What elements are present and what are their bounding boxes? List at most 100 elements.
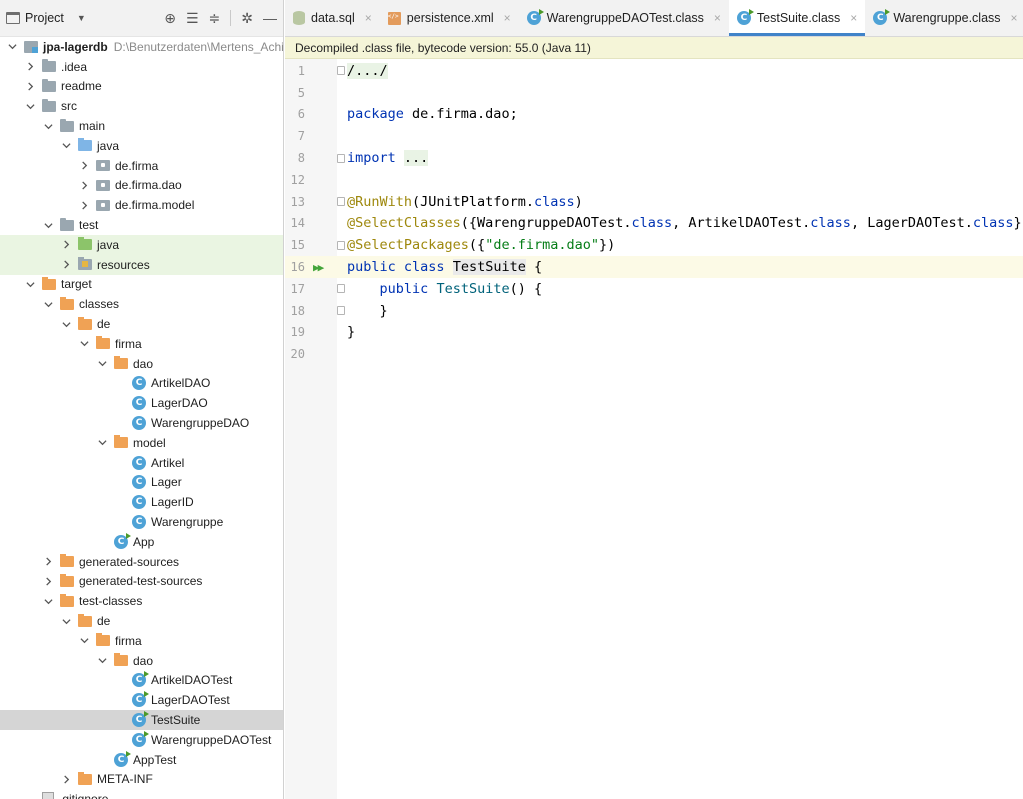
line-number: 17: [290, 281, 305, 296]
collapse-all-icon[interactable]: ≑: [209, 10, 221, 27]
tree-item[interactable]: test: [0, 215, 283, 235]
tree-item[interactable]: model: [0, 433, 283, 453]
tree-item[interactable]: jpa-lagerdb D:\Benutzerdaten\Mertens_Achi…: [0, 37, 283, 57]
tree-item[interactable]: generated-test-sources: [0, 572, 283, 592]
chevron-down-icon[interactable]: [6, 41, 18, 53]
editor-tab-label: persistence.xml: [406, 11, 494, 25]
fold-marker-icon[interactable]: [337, 306, 345, 316]
tree-item[interactable]: C Artikel: [0, 453, 283, 473]
chevron-right-icon[interactable]: [60, 773, 72, 785]
tree-item[interactable]: C ArtikelDAOTest: [0, 671, 283, 691]
chevron-down-icon[interactable]: [96, 655, 108, 667]
chevron-right-icon[interactable]: [60, 239, 72, 251]
chevron-right-icon[interactable]: [24, 61, 36, 73]
chevron-down-icon[interactable]: [60, 318, 72, 330]
editor-tab[interactable]: data.sql ×: [285, 0, 380, 36]
chevron-down-icon[interactable]: [60, 140, 72, 152]
hide-icon[interactable]: —: [263, 10, 277, 26]
line-number: 12: [290, 172, 305, 187]
chevron-down-icon[interactable]: [78, 338, 90, 350]
chevron-right-icon[interactable]: [42, 556, 54, 568]
folder-icon: [42, 59, 56, 73]
tree-item[interactable]: target: [0, 275, 283, 295]
tree-item[interactable]: main: [0, 116, 283, 136]
chevron-down-icon[interactable]: [42, 298, 54, 310]
editor-tab[interactable]: C Warengruppe.class ×: [865, 0, 1023, 36]
tree-item[interactable]: META-INF: [0, 769, 283, 789]
tree-item[interactable]: C App: [0, 532, 283, 552]
tree-item[interactable]: dao: [0, 354, 283, 374]
tree-item-label: dao: [133, 356, 154, 371]
chevron-down-icon[interactable]: [42, 595, 54, 607]
tree-item[interactable]: firma: [0, 334, 283, 354]
chevron-down-icon[interactable]: [96, 358, 108, 370]
tree-item[interactable]: resources: [0, 254, 283, 275]
tree-item[interactable]: .idea: [0, 57, 283, 77]
close-icon[interactable]: ×: [504, 11, 511, 25]
tree-item[interactable]: .gitignore: [0, 789, 283, 799]
chevron-right-icon[interactable]: [78, 199, 90, 211]
chevron-down-icon[interactable]: [24, 100, 36, 112]
tree-item[interactable]: firma: [0, 631, 283, 651]
close-icon[interactable]: ×: [850, 11, 857, 25]
chevron-right-icon[interactable]: [42, 575, 54, 587]
expand-all-icon[interactable]: ☰: [186, 10, 199, 27]
tree-item[interactable]: java: [0, 136, 283, 156]
tree-item[interactable]: C LagerDAOTest: [0, 690, 283, 710]
tree-item[interactable]: dao: [0, 651, 283, 671]
tree-item[interactable]: de: [0, 611, 283, 631]
chevron-down-icon[interactable]: [60, 615, 72, 627]
chevron-down-icon[interactable]: [78, 635, 90, 647]
close-icon[interactable]: ×: [1011, 11, 1018, 25]
tree-item[interactable]: src: [0, 96, 283, 116]
tree-item[interactable]: de.firma.model: [0, 195, 283, 215]
chevron-right-icon[interactable]: [24, 80, 36, 92]
close-icon[interactable]: ×: [365, 11, 372, 25]
editor-tab[interactable]: persistence.xml ×: [380, 0, 519, 36]
fold-marker-icon[interactable]: [337, 66, 345, 76]
tree-item-label: firma: [115, 633, 142, 648]
line-number: 18: [290, 303, 305, 318]
chevron-right-icon[interactable]: [60, 259, 72, 271]
close-icon[interactable]: ×: [714, 11, 721, 25]
tree-item[interactable]: C WarengruppeDAOTest: [0, 730, 283, 750]
run-gutter-icon[interactable]: ▶▶: [313, 261, 324, 274]
tree-item[interactable]: C AppTest: [0, 750, 283, 770]
tree-item[interactable]: java: [0, 234, 283, 255]
tree-item[interactable]: C TestSuite: [0, 710, 283, 730]
code-editor[interactable]: 1 /.../ 5 6 package de.firma.dao; 7 8 import ..…: [285, 59, 1023, 799]
editor-tab[interactable]: C WarengruppeDAOTest.class ×: [519, 0, 729, 36]
chevron-right-icon[interactable]: [78, 160, 90, 172]
fold-marker-icon[interactable]: [337, 153, 345, 163]
tree-item[interactable]: de.firma: [0, 156, 283, 176]
tree-item[interactable]: readme: [0, 77, 283, 97]
tree-item[interactable]: C WarengruppeDAO: [0, 413, 283, 433]
code-text: }: [347, 324, 356, 341]
editor-tab[interactable]: C TestSuite.class ×: [728, 0, 866, 36]
chevron-down-icon[interactable]: [42, 120, 54, 132]
tree-item[interactable]: C ArtikelDAO: [0, 374, 283, 394]
tree-item[interactable]: C LagerDAO: [0, 393, 283, 413]
tree-item-label: AppTest: [133, 752, 177, 767]
locate-icon[interactable]: ⊕: [164, 10, 176, 27]
code-line: 1 /.../: [285, 60, 1023, 82]
tree-item[interactable]: C LagerID: [0, 492, 283, 512]
chevron-down-icon[interactable]: [96, 437, 108, 449]
chevron-down-icon[interactable]: [42, 219, 54, 231]
fold-marker-icon[interactable]: [337, 284, 345, 294]
tree-item[interactable]: classes: [0, 294, 283, 314]
chevron-down-icon[interactable]: [24, 278, 36, 290]
fold-marker-icon[interactable]: [337, 240, 345, 250]
tree-item[interactable]: de: [0, 314, 283, 334]
excluded-folder-icon: [78, 613, 92, 627]
tree-item[interactable]: C Lager: [0, 473, 283, 493]
project-view-selector[interactable]: Project ▼: [6, 11, 86, 25]
tree-item[interactable]: de.firma.dao: [0, 176, 283, 196]
tree-item[interactable]: test-classes: [0, 591, 283, 611]
runnable-class-icon: C: [132, 710, 149, 727]
fold-marker-icon[interactable]: [337, 197, 345, 207]
tree-item[interactable]: generated-sources: [0, 552, 283, 572]
chevron-right-icon[interactable]: [78, 179, 90, 191]
tree-item[interactable]: C Warengruppe: [0, 512, 283, 532]
gear-icon[interactable]: ✲: [241, 10, 253, 27]
